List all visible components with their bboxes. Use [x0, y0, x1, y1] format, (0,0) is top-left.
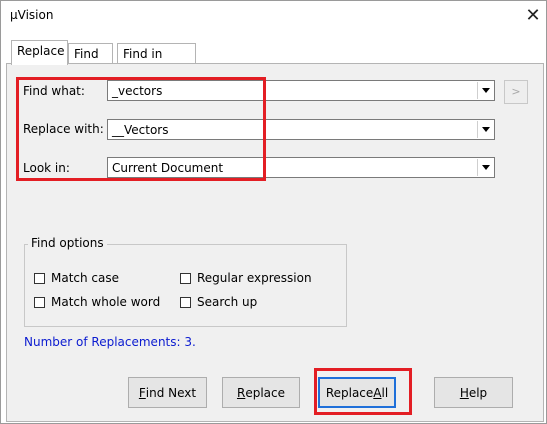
panel-content: Find what: _vectors > Replace with: __Ve… [0, 0, 547, 424]
find-what-input[interactable]: _vectors [112, 84, 162, 98]
match-whole-word-label: Match whole word [51, 295, 161, 309]
chevron-down-icon [481, 165, 490, 170]
match-whole-word-checkbox[interactable]: Match whole word [34, 295, 160, 309]
find-what-label: Find what: [23, 84, 85, 98]
find-next-accel: F [138, 385, 146, 400]
help-accel: H [459, 385, 469, 400]
match-whole-word-box[interactable] [34, 296, 45, 308]
replace-with-label: Replace with: [23, 122, 104, 136]
chevron-down-icon [481, 88, 490, 93]
find-next-label: ind Next [145, 385, 197, 400]
look-in-value: Current Document [112, 161, 224, 175]
replace-label: eplace [245, 385, 285, 400]
replace-with-combo[interactable]: __Vectors [107, 119, 495, 140]
find-next-button[interactable]: Find Next [128, 377, 207, 408]
search-up-box[interactable] [180, 296, 191, 308]
match-case-checkbox[interactable]: Match case [34, 271, 119, 285]
search-up-checkbox[interactable]: Search up [180, 295, 257, 309]
replace-all-label-pre: Replace [325, 385, 374, 400]
match-case-box[interactable] [34, 272, 45, 284]
replace-all-accel: A [373, 385, 382, 400]
find-what-combo[interactable]: _vectors [107, 80, 495, 101]
replace-accel: R [236, 385, 246, 400]
find-what-expand-button[interactable]: > [504, 80, 528, 104]
look-in-select[interactable]: Current Document [107, 157, 495, 178]
search-up-label: Search up [197, 295, 258, 309]
regular-expression-label: Regular expression [197, 271, 312, 285]
replace-all-button[interactable]: Replace All [318, 377, 396, 408]
find-options-group [24, 244, 347, 327]
replacement-count-status: Number of Replacements: 3. [24, 335, 196, 349]
regular-expression-checkbox[interactable]: Regular expression [180, 271, 312, 285]
chevron-down-icon [481, 127, 490, 132]
find-options-title: Find options [28, 236, 107, 250]
match-case-label: Match case [51, 271, 120, 285]
replace-with-input[interactable]: __Vectors [112, 123, 169, 137]
replace-button[interactable]: Replace [222, 377, 300, 408]
replace-with-dropdown-button[interactable] [477, 121, 493, 138]
look-in-label: Look in: [23, 161, 70, 175]
look-in-dropdown-button[interactable] [477, 159, 493, 176]
replace-all-label: ll [381, 385, 389, 400]
find-what-dropdown-button[interactable] [477, 82, 493, 99]
help-label: elp [468, 385, 488, 400]
regular-expression-box[interactable] [180, 272, 191, 284]
help-button[interactable]: Help [434, 377, 513, 408]
